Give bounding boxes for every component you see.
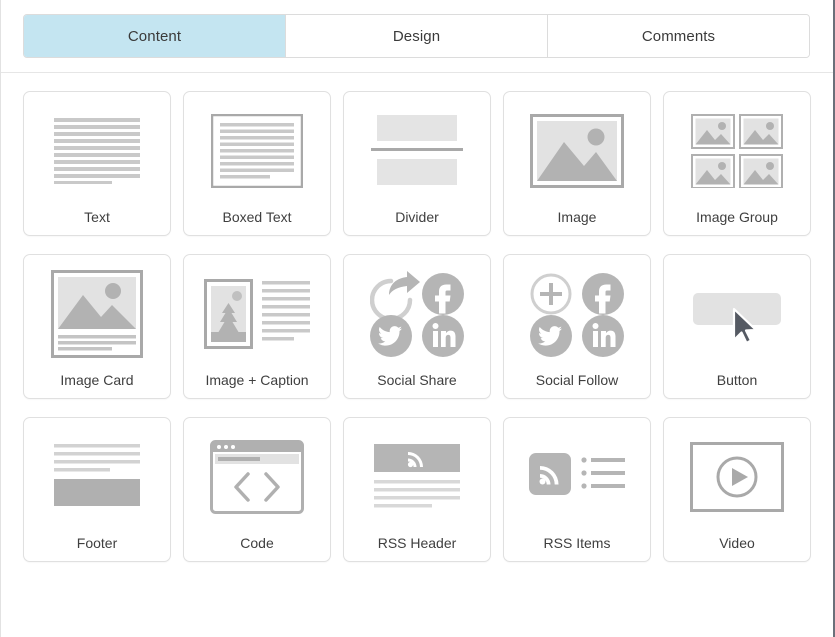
block-tile-code[interactable]: Code [183,417,331,562]
linkedin-icon [582,314,624,357]
button-cursor-icon [664,255,810,373]
block-tile-label: Text [84,208,110,225]
block-tile-social-follow[interactable]: Social Follow [503,254,651,399]
block-tile-label: Divider [395,208,439,225]
video-play-icon [664,418,810,536]
block-tile-text[interactable]: Text [23,91,171,236]
tab-content-label: Content [127,27,182,45]
block-tile-label: Button [716,371,758,388]
block-tile-label: Boxed Text [222,208,292,225]
image-card-icon [24,255,170,373]
block-tile-boxed-text[interactable]: Boxed Text [183,91,331,236]
facebook-icon [582,272,624,315]
facebook-icon [422,272,464,315]
block-tile-rss-items[interactable]: RSS Items [503,417,651,562]
image-icon [504,92,650,210]
content-blocks-panel: Content Design Comments Text Boxed Text … [0,0,835,637]
linkedin-icon [422,314,464,357]
tabbar: Content Design Comments [23,14,810,58]
social-follow-icon [504,255,650,373]
block-tile-image[interactable]: Image [503,91,651,236]
twitter-icon [370,314,412,357]
block-tile-label: RSS Header [377,534,457,551]
tab-design[interactable]: Design [286,15,548,57]
block-tile-label: Video [719,534,755,551]
rss-header-icon [344,418,490,536]
image-caption-icon [184,255,330,373]
plus-circle-icon [530,273,572,315]
block-tile-social-share[interactable]: Social Share [343,254,491,399]
block-tile-label: Footer [76,534,118,551]
block-tile-label: Image [557,208,597,225]
tab-comments-label: Comments [641,27,716,45]
twitter-icon [530,314,572,357]
code-window-icon [184,418,330,536]
block-tile-label: Image Card [60,371,134,388]
block-tile-rss-header[interactable]: RSS Header [343,417,491,562]
boxed-text-icon [184,92,330,210]
image-group-icon [664,92,810,210]
footer-icon [24,418,170,536]
share-arrow-icon [370,270,420,322]
content-block-grid: Text Boxed Text Divider Image Image Grou… [1,73,833,562]
bullet-list-icon [581,457,625,489]
tab-comments[interactable]: Comments [548,15,809,57]
tab-content[interactable]: Content [24,15,286,57]
block-tile-label: Social Share [377,371,457,388]
block-tile-image-group[interactable]: Image Group [663,91,811,236]
block-tile-label: Image Group [696,208,778,225]
tab-design-label: Design [392,27,441,45]
divider-icon [344,92,490,210]
block-tile-video[interactable]: Video [663,417,811,562]
block-tile-label: Code [240,534,274,551]
block-tile-button[interactable]: Button [663,254,811,399]
block-tile-label: Social Follow [535,371,619,388]
block-tile-footer[interactable]: Footer [23,417,171,562]
block-tile-image-caption[interactable]: Image + Caption [183,254,331,399]
social-share-icon [344,255,490,373]
block-tile-image-card[interactable]: Image Card [23,254,171,399]
block-tile-divider[interactable]: Divider [343,91,491,236]
tabbar-container: Content Design Comments [1,0,833,58]
block-tile-label: RSS Items [543,534,611,551]
rss-items-icon [504,418,650,536]
text-lines-icon [24,92,170,210]
block-tile-label: Image + Caption [205,371,309,388]
